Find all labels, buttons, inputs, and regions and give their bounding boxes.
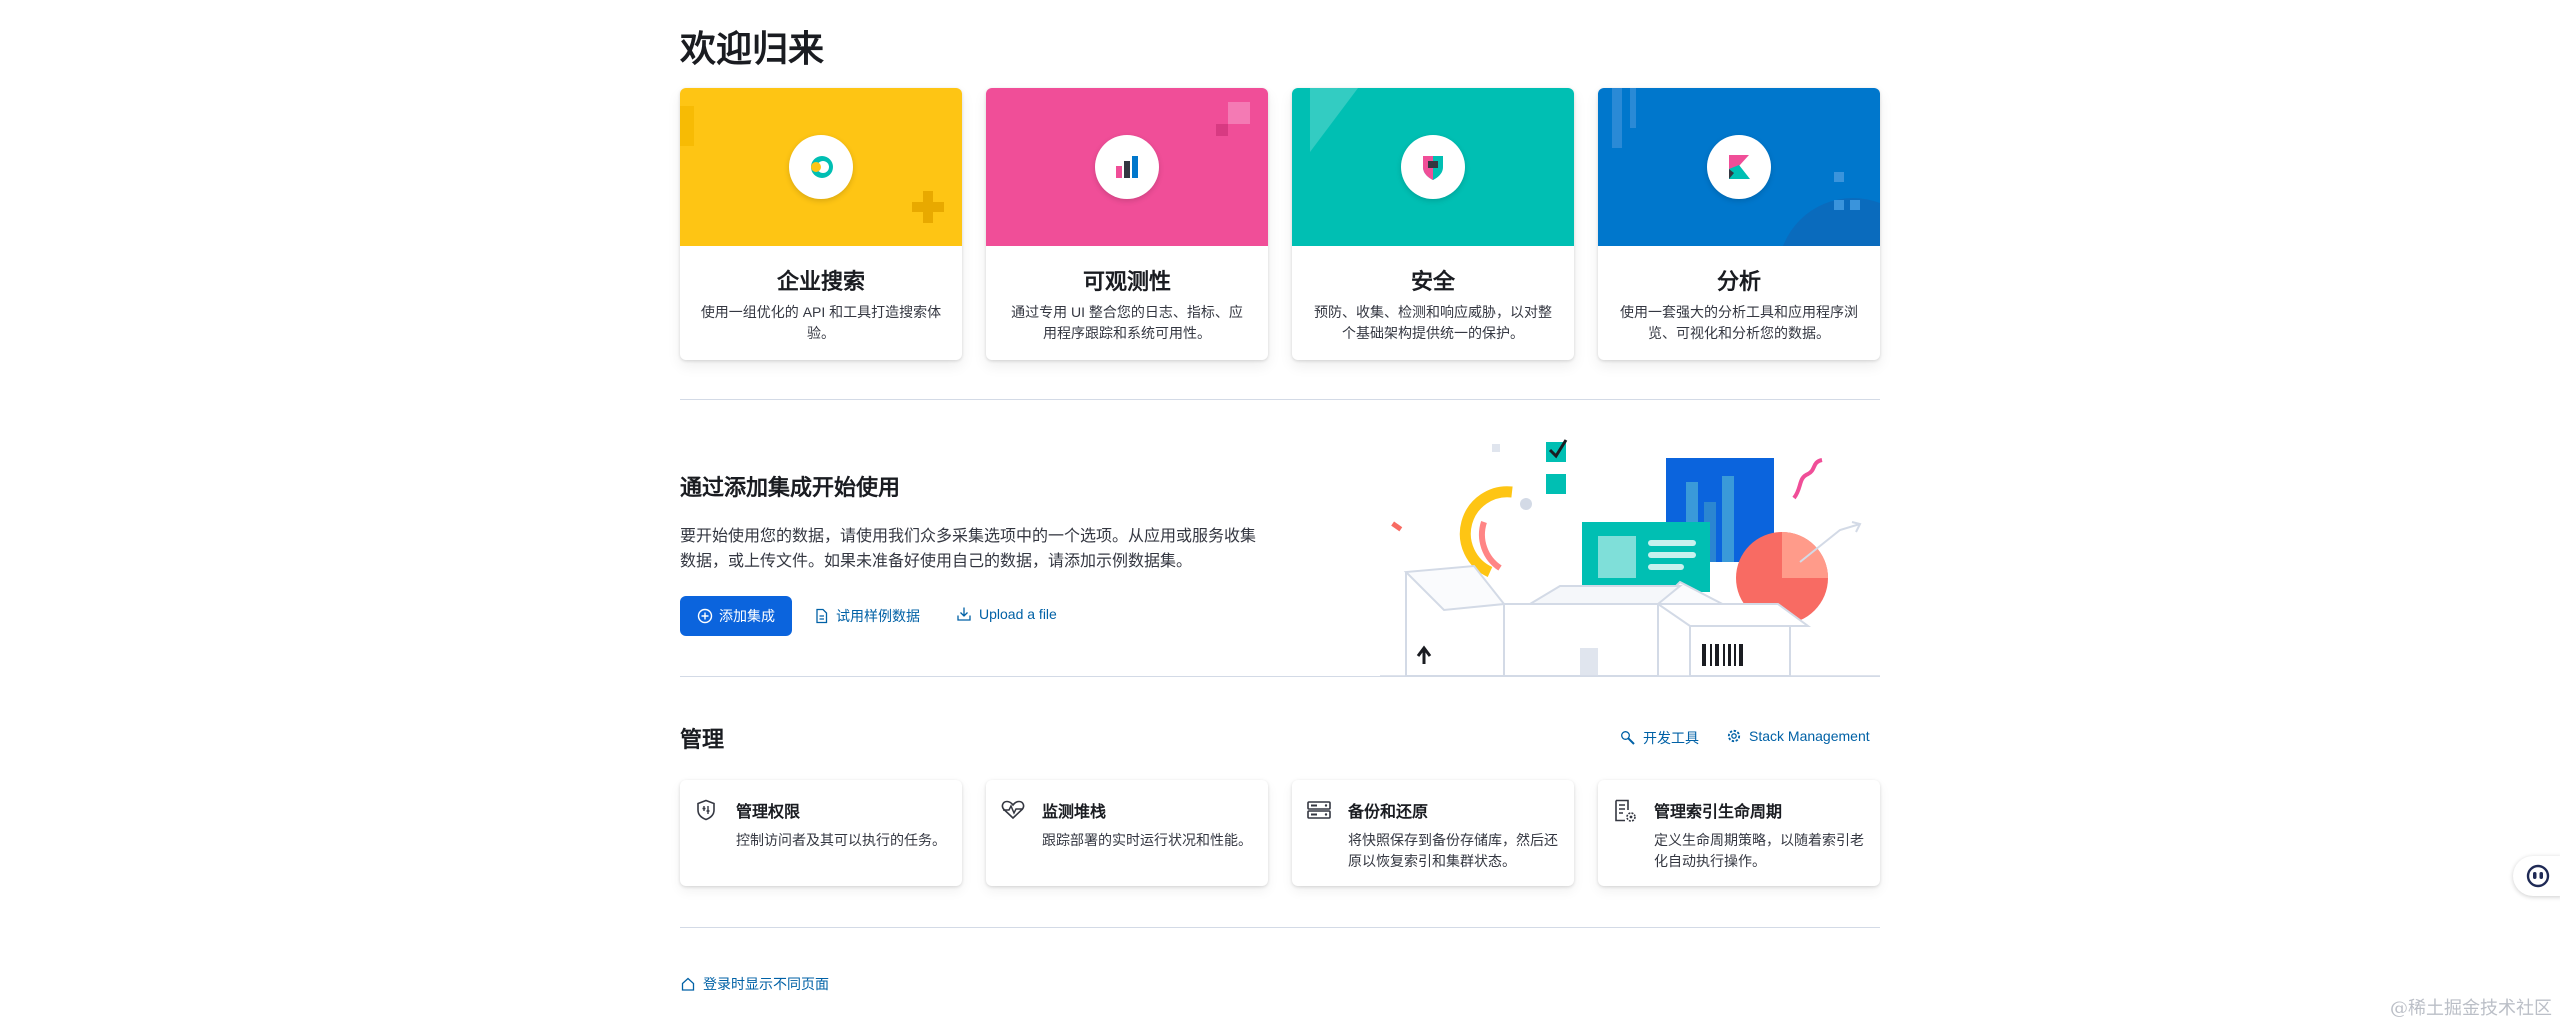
try-sample-data-link[interactable]: 试用样例数据 [814, 606, 920, 626]
home-icon [681, 977, 695, 991]
solution-card-observability[interactable]: 可观测性 通过专用 UI 整合您的日志、指标、应用程序跟踪和系统可用性。 [986, 88, 1268, 360]
card-description: 使用一套强大的分析工具和应用程序浏览、可视化和分析您的数据。 [1620, 304, 1858, 341]
mgmt-card-title: 管理索引生命周期 [1654, 804, 1783, 821]
card-title: 分析 [1716, 269, 1761, 294]
card-description: 通过专用 UI 整合您的日志、指标、应用程序跟踪和系统可用性。 [1011, 304, 1243, 341]
enterprise-search-logo-icon [789, 135, 853, 199]
upload-file-label: Upload a file [979, 606, 1057, 622]
management-title: 管理 [680, 727, 725, 752]
mgmt-card-title: 管理权限 [736, 804, 801, 821]
stack-management-link[interactable]: Stack Management [1726, 728, 1870, 744]
add-integration-button[interactable]: 添加集成 [680, 596, 792, 636]
document-gear-icon [1615, 799, 1636, 822]
card-title: 可观测性 [1082, 269, 1171, 294]
mgmt-card-description: 定义生命周期策略，以随着索引老化自动执行操作。 [1654, 832, 1864, 869]
solution-card-enterprise-search[interactable]: 企业搜索 使用一组优化的 API 和工具打造搜索体验。 [680, 88, 962, 360]
robot-face-icon [2526, 864, 2550, 888]
gear-icon [1727, 729, 1741, 743]
security-logo-icon [1401, 135, 1465, 199]
card-description: 使用一组优化的 API 和工具打造搜索体验。 [700, 304, 942, 341]
document-icon [816, 608, 828, 624]
storage-icon [1307, 801, 1331, 819]
change-default-route-link[interactable]: 登录时显示不同页面 [680, 974, 829, 994]
section-divider [680, 676, 1880, 677]
intro-description: 要开始使用您的数据，请使用我们众多采集选项中的一个选项。从应用或服务收集数据，或… [680, 528, 1257, 570]
floating-assistant-button[interactable] [2513, 856, 2560, 896]
mgmt-card-monitoring[interactable]: 监测堆栈 跟踪部署的实时运行状况和性能。 [986, 780, 1268, 886]
integrations-illustration [1380, 439, 1880, 677]
analytics-logo-icon [1707, 135, 1771, 199]
dev-tools-label: 开发工具 [1643, 730, 1699, 746]
shield-icon [697, 799, 715, 821]
card-title: 安全 [1410, 269, 1455, 294]
mgmt-card-index-lifecycle[interactable]: 管理索引生命周期 定义生命周期策略，以随着索引老化自动执行操作。 [1598, 780, 1880, 886]
import-icon [957, 607, 971, 621]
change-default-route-label: 登录时显示不同页面 [703, 976, 829, 992]
try-sample-data-label: 试用样例数据 [836, 608, 920, 624]
solution-card-analytics[interactable]: 分析 使用一套强大的分析工具和应用程序浏览、可视化和分析您的数据。 [1598, 88, 1880, 360]
intro-title: 通过添加集成开始使用 [680, 475, 901, 500]
card-description: 预防、收集、检测和响应威胁，以对整个基础架构提供统一的保护。 [1314, 304, 1552, 341]
observability-logo-icon [1095, 135, 1159, 199]
section-divider [680, 399, 1880, 400]
wrench-icon [1621, 731, 1635, 745]
mgmt-card-title: 监测堆栈 [1042, 804, 1107, 821]
upload-file-link[interactable]: Upload a file [956, 606, 1057, 622]
dev-tools-link[interactable]: 开发工具 [1620, 728, 1699, 748]
mgmt-card-title: 备份和还原 [1348, 804, 1429, 821]
mgmt-card-description: 跟踪部署的实时运行状况和性能。 [1042, 832, 1252, 848]
mgmt-card-backup[interactable]: 备份和还原 将快照保存到备份存储库，然后还原以恢复索引和集群状态。 [1292, 780, 1574, 886]
mgmt-card-description: 将快照保存到备份存储库，然后还原以恢复索引和集群状态。 [1348, 832, 1558, 869]
plus-circle-icon [697, 608, 713, 624]
watermark: @稀土掘金技术社区 [2390, 998, 2552, 1019]
card-title: 企业搜索 [776, 269, 865, 294]
heartbeat-icon [1001, 800, 1025, 820]
solution-card-security[interactable]: 安全 预防、收集、检测和响应威胁，以对整个基础架构提供统一的保护。 [1292, 88, 1574, 360]
mgmt-card-permissions[interactable]: 管理权限 控制访问者及其可以执行的任务。 [680, 780, 962, 886]
mgmt-card-description: 控制访问者及其可以执行的任务。 [736, 832, 946, 848]
stack-management-label: Stack Management [1749, 728, 1870, 744]
add-integration-label: 添加集成 [719, 608, 775, 624]
page-title: 欢迎归来 [680, 28, 825, 69]
section-divider [680, 927, 1880, 928]
